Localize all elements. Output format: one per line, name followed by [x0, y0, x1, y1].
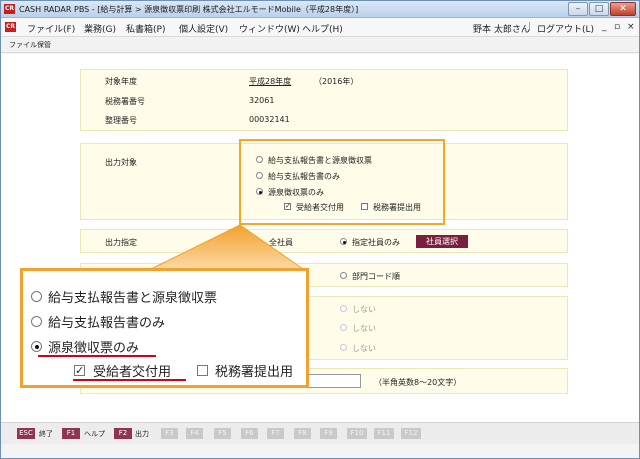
fkey-esc[interactable]: ESC: [17, 428, 35, 439]
slip-underline: [38, 355, 156, 357]
zoom-tax-office-label: 税務署提出用: [215, 365, 294, 380]
fkey-f5: F5: [214, 428, 231, 439]
fkey-f12: F12: [401, 428, 421, 439]
zoom-recipient-label: 受給者交付用: [93, 365, 172, 380]
fkey-f2[interactable]: F2: [114, 428, 132, 439]
zoom-option-both: 給与支払報告書と源泉徴収票: [48, 291, 218, 306]
fkey-f8: F8: [294, 428, 311, 439]
fkey-esc-label: 終了: [39, 430, 53, 438]
zoom-radio-slip: [31, 341, 42, 352]
fkey-f1-label: ヘルプ: [84, 430, 105, 438]
fkey-f7: F7: [267, 428, 284, 439]
zoom-callout: 給与支払報告書と源泉徴収票 給与支払報告書のみ 源泉徴収票のみ ✓ 受給者交付用…: [20, 268, 309, 388]
fkey-f6: F6: [241, 428, 258, 439]
recipient-underline: [73, 379, 186, 381]
zoom-radio-both: [31, 291, 42, 302]
fkey-f10: F10: [347, 428, 367, 439]
zoom-recipient-checkbox: ✓: [74, 364, 85, 377]
fkey-f2-label: 出力: [135, 430, 149, 438]
zoom-option-slip: 源泉徴収票のみ: [48, 341, 140, 356]
fkey-f4: F4: [186, 428, 203, 439]
function-key-bar: ESC 終了 F1 ヘルプ F2 出力 F3 F4 F5 F6 F7 F8 F9…: [1, 422, 639, 444]
app-window: CR CASH RADAR PBS - [給与計算 > 源泉徴収票印刷 株式会社…: [0, 0, 640, 459]
callout-pointer: [150, 224, 305, 270]
zoom-radio-report: [31, 316, 42, 327]
zoom-option-report: 給与支払報告書のみ: [48, 316, 166, 331]
fkey-f9: F9: [320, 428, 337, 439]
zoom-tax-office-checkbox: [197, 365, 208, 376]
fkey-f3: F3: [161, 428, 178, 439]
fkey-f1[interactable]: F1: [62, 428, 80, 439]
fkey-f11: F11: [374, 428, 394, 439]
